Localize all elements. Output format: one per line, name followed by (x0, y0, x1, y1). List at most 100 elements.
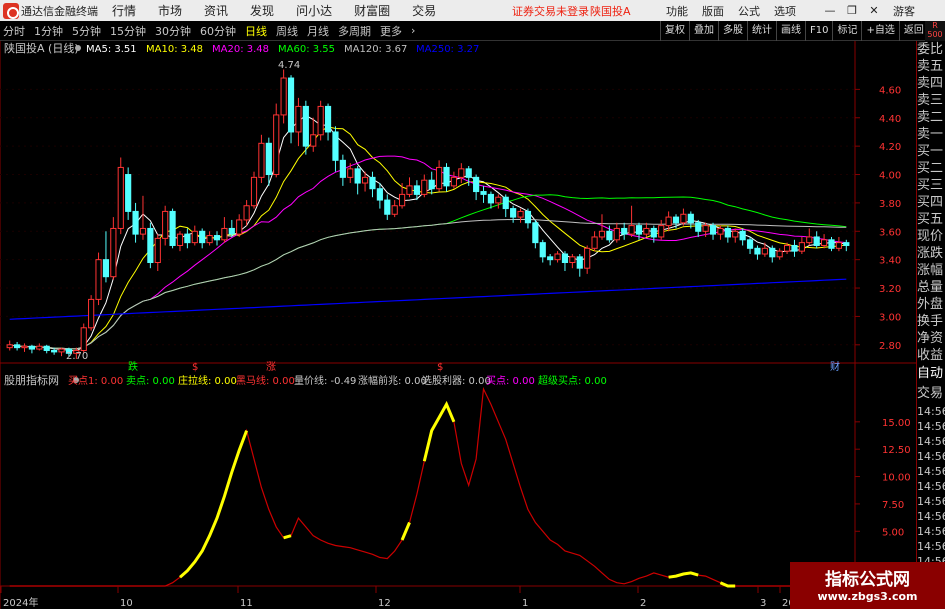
candle-body (613, 227, 620, 241)
indicator-legend-item: 买点: 0.00 (486, 375, 535, 387)
price-tick-label: 3.60 (879, 227, 901, 238)
candle-body (199, 230, 206, 244)
candle-body (724, 227, 731, 238)
menu-layout[interactable]: 版面 (702, 3, 724, 19)
candle-body (132, 210, 139, 235)
quote-label: 换手 (917, 314, 944, 329)
quote-label: 卖二 (917, 110, 944, 125)
event-marker: $ (437, 362, 443, 373)
tab-5min[interactable]: 5分钟 (72, 23, 101, 39)
candle-body (776, 250, 783, 258)
tab-more[interactable]: 更多 (380, 23, 402, 39)
menu-market[interactable]: 市场 (158, 2, 182, 19)
candle-body (102, 259, 110, 278)
candle-body (510, 208, 517, 218)
menu-formula[interactable]: 公式 (738, 3, 760, 19)
date-tick-label: 1 (522, 598, 528, 609)
quote-label: 买三 (917, 178, 944, 193)
close-icon[interactable]: ✕ (864, 0, 884, 21)
add-watchlist-button[interactable]: +自选 (861, 21, 898, 41)
title-stock-name: 陕国投A (590, 4, 631, 18)
tick-time: 14:56 (917, 450, 945, 463)
candle-body (117, 166, 124, 229)
candle-body (783, 244, 791, 252)
candle-body (184, 233, 191, 244)
settings-dot-icon[interactable] (75, 45, 81, 51)
candle-body (650, 227, 657, 238)
candle-body (236, 219, 243, 235)
price-tick-label: 3.40 (879, 256, 901, 267)
candle-body (835, 242, 842, 249)
tab-multi-period[interactable]: 多周期 (338, 23, 371, 39)
candle-body (213, 235, 221, 241)
quote-label: 收益 (917, 348, 944, 363)
menu-news[interactable]: 资讯 (204, 2, 228, 19)
candle-body (665, 216, 672, 227)
more-chevron-icon[interactable]: › (411, 24, 415, 37)
candle-body (702, 225, 709, 232)
date-tick-label: 2 (640, 598, 646, 609)
candle-body (361, 176, 369, 184)
candle-body (695, 222, 702, 232)
tick-time: 14:56 (917, 495, 945, 508)
candle-body (125, 174, 132, 212)
menu-discover[interactable]: 发现 (250, 2, 274, 19)
indicator-legend-item: 涨幅前兆: 0.00 (358, 374, 427, 387)
tab-timeshare[interactable]: 分时 (3, 23, 25, 39)
tick-time: 14:56 (917, 420, 945, 433)
candle-body (465, 168, 472, 178)
guest-account[interactable]: 游客 (893, 3, 915, 19)
tab-30min[interactable]: 30分钟 (155, 23, 191, 39)
multi-stock-button[interactable]: 多股 (718, 21, 747, 41)
app-logo-icon (3, 2, 19, 19)
overlay-button[interactable]: 叠加 (689, 21, 718, 41)
quote-label: 委比 (917, 42, 944, 57)
candle-body (495, 196, 502, 204)
tab-15min[interactable]: 15分钟 (110, 23, 146, 39)
menu-wealth[interactable]: 财富圈 (354, 2, 390, 19)
tab-daily[interactable]: 日线 (245, 23, 267, 39)
quote-label: 卖一 (917, 127, 944, 142)
candle-body (21, 345, 28, 349)
quote-label: 涨跌 (917, 246, 944, 261)
kline-chart[interactable]: 陕国投A (日线) MA5: 3.51 MA10: 3.48 MA20: 3.48 M… (0, 41, 916, 609)
adjust-button[interactable]: 复权 (660, 21, 689, 41)
candle-body (539, 242, 546, 258)
candle-body (88, 298, 95, 329)
f10-button[interactable]: F10 (805, 21, 832, 41)
tab-monthly[interactable]: 月线 (307, 23, 329, 39)
menu-options[interactable]: 选项 (774, 3, 796, 19)
date-tick-label: 11 (240, 598, 253, 609)
candle-body (680, 213, 687, 224)
auto-label[interactable]: 自动 (917, 364, 945, 384)
minimize-icon[interactable]: — (820, 0, 840, 21)
candle-body (436, 166, 443, 190)
candle-body (569, 256, 576, 264)
indicator-legend-item: 选股利器: 0.00 (422, 374, 491, 387)
mark-button[interactable]: 标记 (832, 21, 861, 41)
back-button[interactable]: 返回 (898, 21, 928, 41)
candle-body (265, 142, 272, 176)
menu-function[interactable]: 功能 (666, 3, 688, 19)
trade-label[interactable]: 交易 (917, 384, 945, 404)
panel-scroll-button[interactable]: R 500 (925, 21, 945, 41)
menu-ask[interactable]: 问小达 (296, 2, 332, 19)
tab-60min[interactable]: 60分钟 (200, 23, 236, 39)
menu-quotes[interactable]: 行情 (112, 2, 136, 19)
low-price-label: 2.70 (66, 351, 88, 362)
tab-weekly[interactable]: 周线 (276, 23, 298, 39)
candle-body (576, 256, 583, 269)
candle-body (51, 349, 58, 353)
menu-trade[interactable]: 交易 (412, 2, 436, 19)
candle-body (310, 134, 317, 147)
login-status[interactable]: 证券交易未登录 (512, 3, 589, 19)
candle-body (58, 348, 65, 353)
event-marker: 涨 (266, 361, 276, 373)
stats-button[interactable]: 统计 (747, 21, 776, 41)
candle-body (606, 230, 613, 241)
candle-body (80, 327, 87, 351)
restore-icon[interactable]: ❐ (842, 0, 862, 21)
tab-1min[interactable]: 1分钟 (34, 23, 63, 39)
candle-body (643, 227, 650, 235)
draw-line-button[interactable]: 画线 (776, 21, 805, 41)
